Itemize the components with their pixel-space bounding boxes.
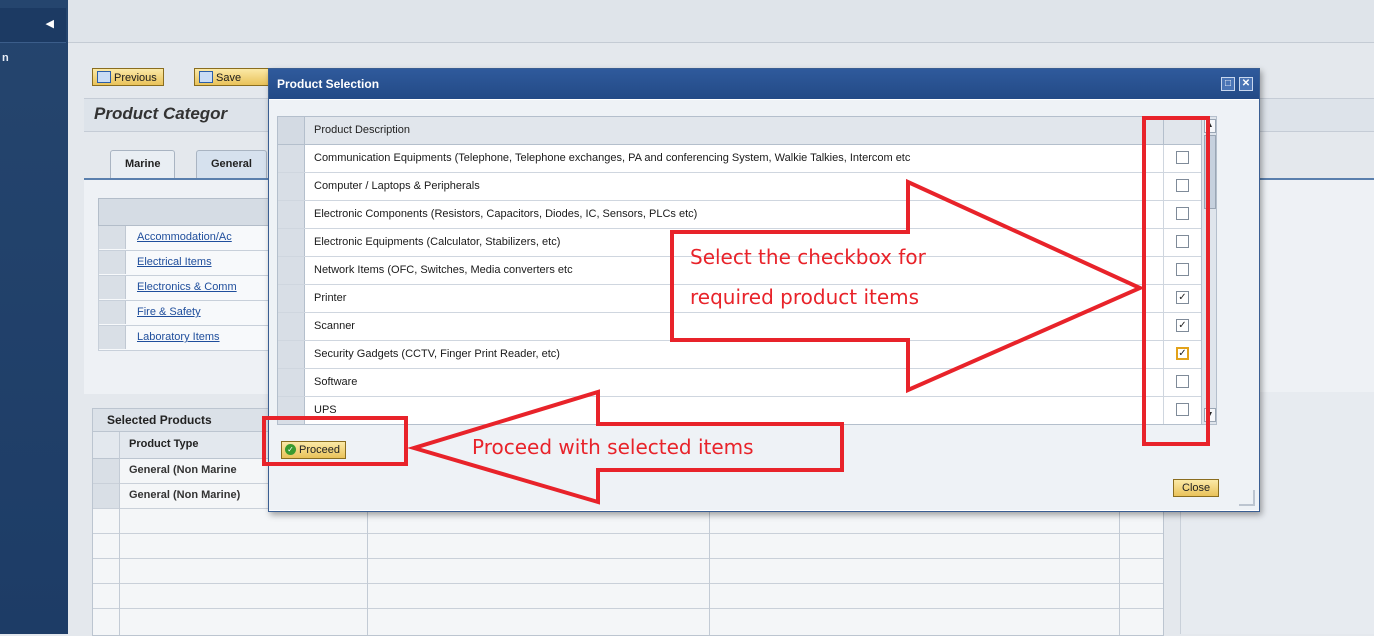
proceed-button-highlight: [262, 416, 408, 466]
proceed-hint-text: Proceed with selected items: [472, 435, 754, 459]
checkbox-column-highlight: [1142, 116, 1210, 446]
checkbox-hint-text-line2: required product items: [690, 285, 920, 309]
checkbox-hint-text-line1: Select the checkbox for: [690, 245, 926, 269]
